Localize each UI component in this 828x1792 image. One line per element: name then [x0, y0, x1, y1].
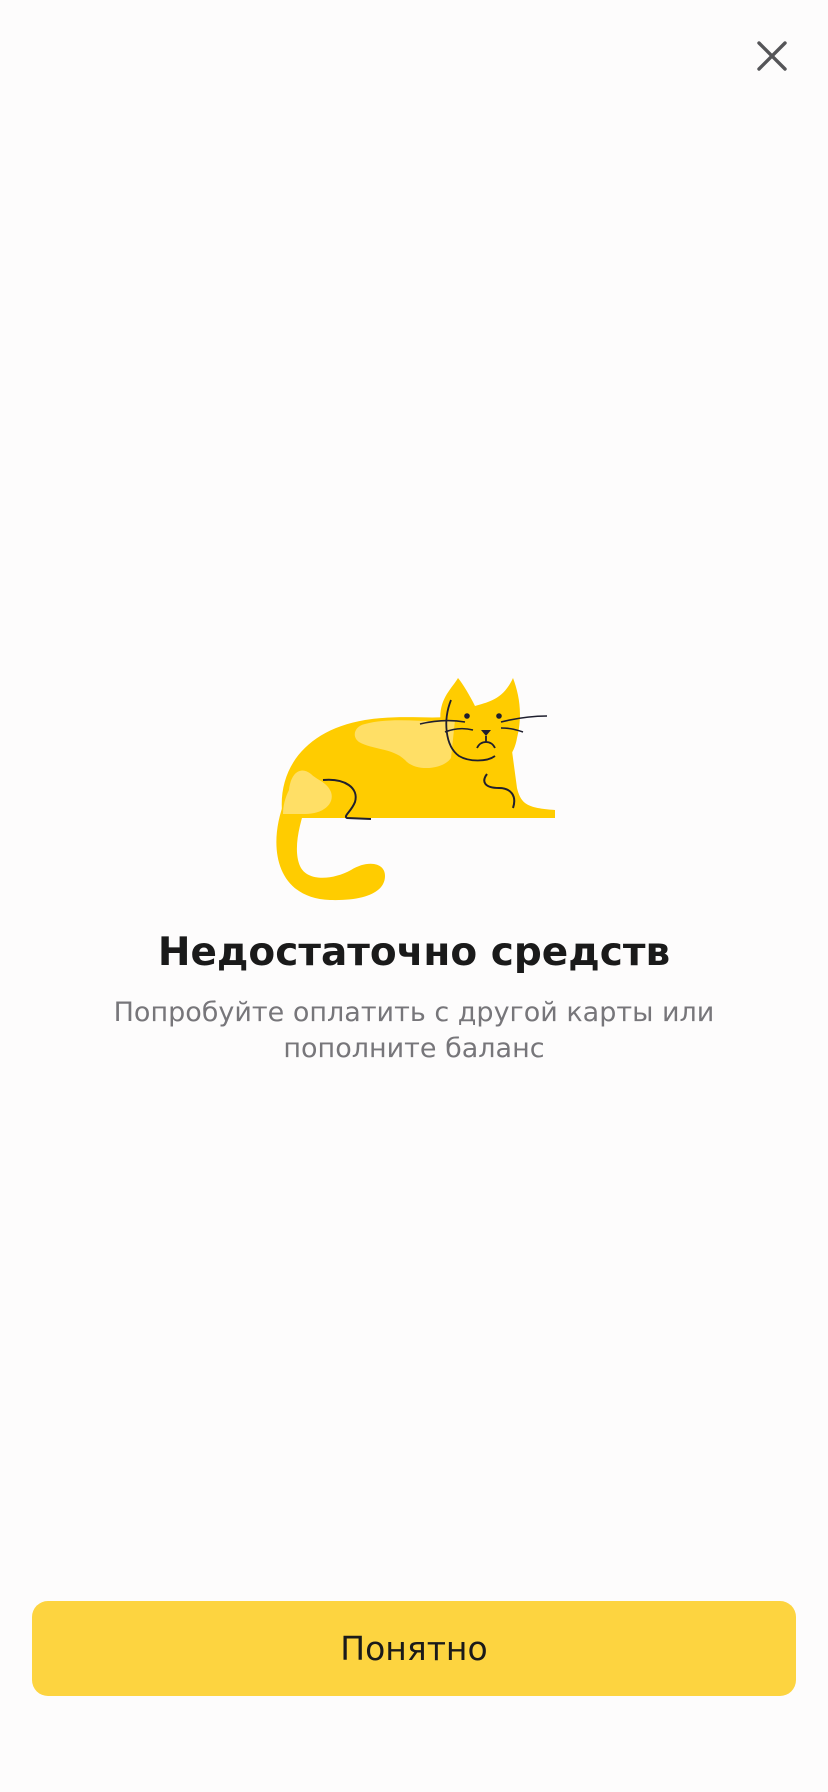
confirm-button[interactable]: Понятно: [32, 1601, 796, 1696]
error-message: Попробуйте оплатить с другой карты или п…: [113, 997, 715, 1064]
sad-cat-illustration: [276, 678, 555, 901]
close-icon: [757, 41, 787, 71]
confirm-button-label: Понятно: [340, 1629, 488, 1668]
insufficient-funds-screen: Недостаточно средств Попробуйте оплатить…: [0, 0, 828, 1792]
page-title: Недостаточно средств: [157, 930, 671, 975]
close-button[interactable]: [752, 36, 792, 76]
